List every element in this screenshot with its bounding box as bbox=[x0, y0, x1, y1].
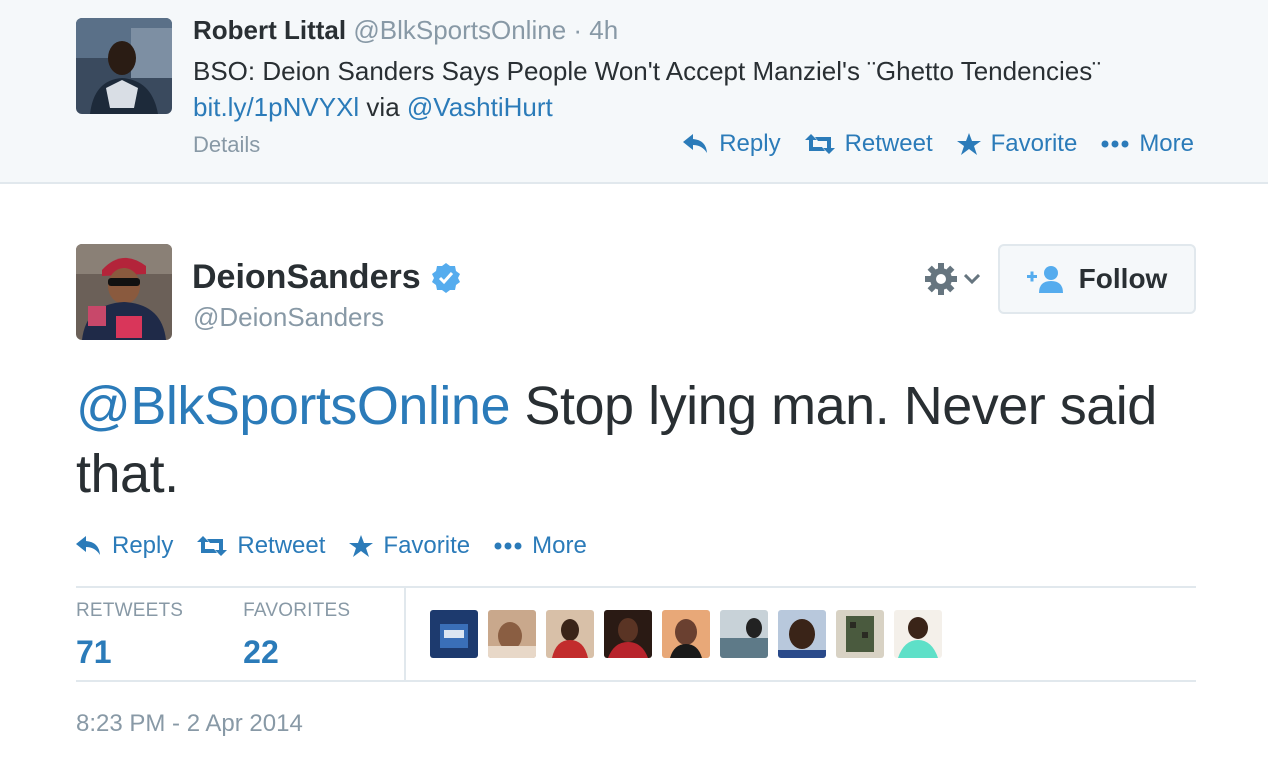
more-dots-icon bbox=[1101, 140, 1129, 148]
retweets-label: RETWEETS bbox=[76, 600, 184, 621]
stats-bottom-divider bbox=[76, 680, 1196, 682]
retweet-icon bbox=[804, 134, 835, 154]
parent-retweet-button[interactable]: Retweet bbox=[804, 130, 933, 158]
retweet-label: Retweet bbox=[237, 532, 326, 559]
main-fullname-text: DeionSanders bbox=[192, 258, 421, 296]
parent-fullname[interactable]: Robert Littal bbox=[193, 15, 346, 45]
favoriter-avatar[interactable] bbox=[778, 610, 826, 658]
more-dots-icon bbox=[494, 542, 522, 550]
parent-tweet[interactable]: Robert Littal @BlkSportsOnline · 4h BSO:… bbox=[0, 0, 1268, 184]
chevron-down-icon bbox=[964, 274, 980, 284]
favorite-button[interactable]: Favorite bbox=[349, 532, 470, 560]
more-button[interactable]: More bbox=[494, 532, 587, 560]
main-username[interactable]: @DeionSanders bbox=[193, 302, 384, 333]
favorite-label: Favorite bbox=[990, 130, 1078, 157]
more-label: More bbox=[1139, 130, 1194, 157]
favorites-label: FAVORITES bbox=[243, 600, 351, 621]
retweets-stat[interactable]: RETWEETS 71 bbox=[76, 600, 183, 671]
parent-tweet-text: BSO: Deion Sanders Says People Won't Acc… bbox=[193, 53, 1243, 125]
parent-more-button[interactable]: More bbox=[1101, 130, 1194, 158]
main-tweet-avatar[interactable] bbox=[76, 244, 172, 340]
favoriter-avatar[interactable] bbox=[604, 610, 652, 658]
gear-icon bbox=[925, 263, 957, 295]
favorites-stat[interactable]: FAVORITES 22 bbox=[243, 600, 350, 671]
favoriter-avatar[interactable] bbox=[546, 610, 594, 658]
retweet-icon bbox=[197, 536, 228, 556]
parent-text-main: BSO: Deion Sanders Says People Won't Acc… bbox=[193, 56, 1101, 86]
parent-tweet-actions: Reply Retweet Favorite More bbox=[683, 130, 1194, 158]
tweet-stats: RETWEETS 71 FAVORITES 22 bbox=[76, 600, 350, 671]
favorites-count: 22 bbox=[243, 634, 279, 670]
via-text: via bbox=[366, 92, 400, 122]
time-separator: · bbox=[573, 15, 583, 45]
parent-favorite-button[interactable]: Favorite bbox=[956, 130, 1078, 158]
reply-button[interactable]: Reply bbox=[76, 532, 173, 560]
retweet-label: Retweet bbox=[844, 130, 933, 157]
user-dropdown-button[interactable] bbox=[924, 262, 980, 296]
stats-top-divider bbox=[76, 586, 1196, 588]
favorite-label: Favorite bbox=[383, 532, 471, 559]
parent-username[interactable]: @BlkSportsOnline bbox=[353, 15, 566, 45]
favoriter-avatar[interactable] bbox=[488, 610, 536, 658]
retweets-count: 71 bbox=[76, 634, 112, 670]
parent-link[interactable]: bit.ly/1pNVYXl bbox=[193, 92, 359, 122]
parent-tweet-avatar[interactable] bbox=[76, 18, 172, 114]
stats-vertical-divider bbox=[404, 588, 406, 680]
add-user-icon bbox=[1026, 266, 1063, 293]
favoriter-avatars bbox=[430, 610, 942, 658]
follow-label: Follow bbox=[1078, 263, 1168, 294]
star-icon bbox=[349, 535, 374, 557]
reply-icon bbox=[76, 536, 100, 555]
tweet-timestamp[interactable]: 8:23 PM - 2 Apr 2014 bbox=[76, 710, 303, 738]
main-tweet-actions: Reply Retweet Favorite More bbox=[76, 532, 587, 560]
reply-label: Reply bbox=[112, 532, 174, 559]
star-icon bbox=[956, 133, 981, 155]
parent-tweet-header: Robert Littal @BlkSportsOnline · 4h bbox=[193, 15, 618, 46]
details-link[interactable]: Details bbox=[193, 132, 260, 158]
favoriter-avatar[interactable] bbox=[662, 610, 710, 658]
follow-button[interactable]: Follow bbox=[998, 244, 1196, 314]
reply-icon bbox=[683, 134, 708, 153]
main-fullname[interactable]: DeionSanders bbox=[192, 258, 461, 297]
via-user-link[interactable]: @VashtiHurt bbox=[407, 92, 553, 122]
parent-reply-button[interactable]: Reply bbox=[683, 130, 781, 158]
favoriter-avatar[interactable] bbox=[894, 610, 942, 658]
reply-label: Reply bbox=[719, 130, 781, 157]
verified-badge-icon bbox=[431, 262, 460, 293]
more-label: More bbox=[532, 532, 587, 559]
mention-link[interactable]: @BlkSportsOnline bbox=[76, 376, 511, 436]
favoriter-avatar[interactable] bbox=[720, 610, 768, 658]
favoriter-avatar[interactable] bbox=[430, 610, 478, 658]
main-tweet-text: @BlkSportsOnline Stop lying man. Never s… bbox=[76, 372, 1196, 508]
favoriter-avatar[interactable] bbox=[836, 610, 884, 658]
parent-time[interactable]: 4h bbox=[589, 15, 618, 45]
retweet-button[interactable]: Retweet bbox=[197, 532, 325, 560]
